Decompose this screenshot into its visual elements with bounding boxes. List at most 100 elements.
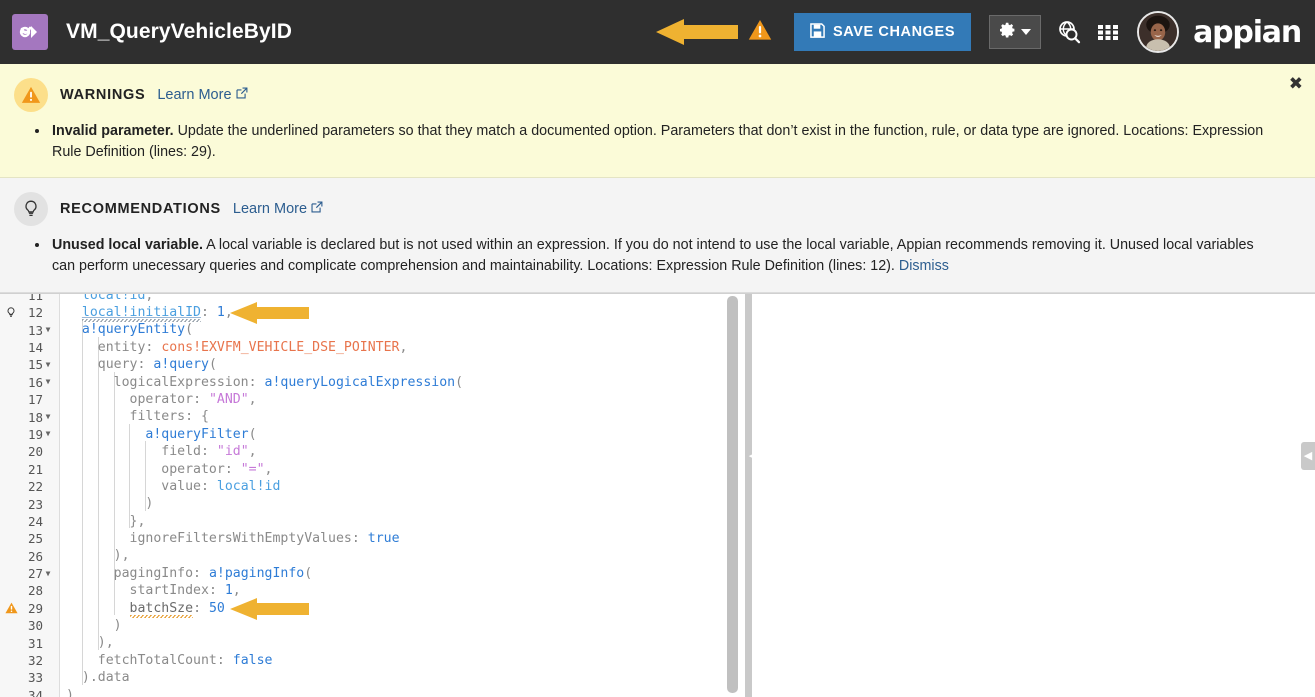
gutter-line-33[interactable]: 33 bbox=[0, 669, 59, 686]
gutter-line-34[interactable]: 34 bbox=[0, 687, 59, 697]
code-line-14[interactable]: entity: cons!EXVFM_VEHICLE_DSE_POINTER, bbox=[60, 339, 752, 356]
gutter-line-30[interactable]: 30 bbox=[0, 617, 59, 634]
right-pane-collapse-handle[interactable]: ◀ bbox=[1301, 441, 1315, 470]
gutter-line-20[interactable]: 20 bbox=[0, 443, 59, 460]
gutter-line-32[interactable]: 32 bbox=[0, 652, 59, 669]
gutter-line-12[interactable]: 12 bbox=[0, 304, 59, 321]
line-number: 12 bbox=[27, 305, 43, 321]
user-avatar[interactable] bbox=[1137, 11, 1180, 53]
code-line-34[interactable]: ) bbox=[60, 687, 752, 697]
code-line-11[interactable]: local!id, bbox=[60, 294, 752, 304]
warning-triangle-icon[interactable] bbox=[748, 19, 772, 46]
chevron-down-icon bbox=[1020, 29, 1031, 35]
code-line-21[interactable]: operator: "=", bbox=[60, 461, 752, 478]
code-area[interactable]: local!id, local!initialID: 1, a!queryEnt… bbox=[60, 294, 752, 697]
code-line-30[interactable]: ) bbox=[60, 617, 752, 634]
lightbulb-icon[interactable] bbox=[4, 306, 18, 320]
gutter-line-16[interactable]: 16 ▼ bbox=[0, 374, 59, 391]
line-number: 25 bbox=[27, 531, 43, 547]
code-line-23[interactable]: ) bbox=[60, 495, 752, 512]
code-line-29[interactable]: batchSze: 50 bbox=[60, 600, 752, 618]
line-number: 26 bbox=[27, 548, 43, 564]
process-model-icon bbox=[12, 14, 48, 50]
gutter-line-19[interactable]: 19 ▼ bbox=[0, 426, 59, 443]
gutter-line-17[interactable]: 17 bbox=[0, 391, 59, 408]
gutter-line-18[interactable]: 18 ▼ bbox=[0, 408, 59, 425]
fold-toggle-icon[interactable]: ▼ bbox=[43, 326, 53, 334]
code-line-25[interactable]: ignoreFiltersWithEmptyValues: true bbox=[60, 530, 752, 547]
fold-toggle-icon[interactable]: ▼ bbox=[43, 360, 53, 369]
app-grid-icon[interactable] bbox=[1097, 21, 1119, 43]
editor-gutter[interactable]: 11 12 13 ▼ 14 15 ▼ 16 ▼ 17 18 ▼ 19 ▼ 20 21 22 23 24 25 26 27 ▼… bbox=[0, 293, 60, 697]
fold-toggle-icon[interactable]: ▼ bbox=[43, 430, 53, 438]
code-line-18[interactable]: filters: { bbox=[60, 408, 752, 425]
gutter-line-28[interactable]: 28 bbox=[0, 582, 59, 599]
close-icon[interactable]: ✖ bbox=[1289, 76, 1303, 93]
code-line-15[interactable]: query: a!query( bbox=[60, 356, 752, 373]
line-number: 28 bbox=[27, 583, 43, 599]
recommendations-learn-more-label: Learn More bbox=[232, 201, 308, 218]
code-line-16[interactable]: logicalExpression: a!queryLogicalExpress… bbox=[60, 374, 752, 391]
code-line-12[interactable]: local!initialID: 1, bbox=[60, 304, 752, 323]
warning-triangle-icon[interactable] bbox=[4, 601, 18, 615]
warnings-learn-more-link[interactable]: Learn More bbox=[157, 87, 247, 103]
save-changes-button[interactable]: SAVE CHANGES bbox=[793, 13, 972, 51]
external-link-icon bbox=[235, 87, 248, 103]
warnings-banner-header: WARNINGS Learn More bbox=[14, 78, 1275, 112]
gutter-line-15[interactable]: 15 ▼ bbox=[0, 356, 59, 373]
line-number: 27 bbox=[27, 566, 43, 582]
gutter-line-27[interactable]: 27 ▼ bbox=[0, 565, 59, 582]
warnings-label: WARNINGS bbox=[60, 87, 146, 103]
editor-vertical-scrollbar[interactable] bbox=[727, 295, 738, 693]
right-pane bbox=[752, 293, 1315, 697]
external-link-icon bbox=[311, 201, 323, 217]
recommendations-learn-more-link[interactable]: Learn More bbox=[233, 201, 323, 217]
code-line-26[interactable]: ), bbox=[60, 547, 752, 564]
gutter-line-21[interactable]: 21 bbox=[0, 461, 59, 478]
line-number: 13 bbox=[27, 322, 43, 338]
line-number: 15 bbox=[27, 357, 43, 373]
gutter-line-24[interactable]: 24 bbox=[0, 513, 59, 530]
fold-toggle-icon[interactable]: ▼ bbox=[43, 378, 53, 386]
appian-logo: appian bbox=[1193, 14, 1302, 50]
fold-toggle-icon[interactable]: ▼ bbox=[43, 413, 53, 421]
gutter-line-29[interactable]: 29 bbox=[0, 600, 59, 617]
code-line-19[interactable]: a!queryFilter( bbox=[60, 426, 752, 443]
gutter-line-23[interactable]: 23 bbox=[0, 495, 59, 512]
gutter-line-22[interactable]: 22 bbox=[0, 478, 59, 495]
code-line-28[interactable]: startIndex: 1, bbox=[60, 582, 752, 599]
line-number: 18 bbox=[27, 409, 43, 425]
code-line-24[interactable]: }, bbox=[60, 513, 752, 530]
code-line-13[interactable]: a!queryEntity( bbox=[60, 321, 752, 338]
dismiss-link[interactable]: Dismiss bbox=[899, 258, 949, 274]
code-line-32[interactable]: fetchTotalCount: false bbox=[60, 652, 752, 669]
settings-menu-button[interactable] bbox=[989, 15, 1042, 49]
code-line-22[interactable]: value: local!id bbox=[60, 478, 752, 495]
code-line-33[interactable]: ).data bbox=[60, 669, 752, 686]
globe-search-icon[interactable] bbox=[1057, 20, 1081, 44]
list-item: Invalid parameter. Update the underlined… bbox=[50, 121, 1275, 163]
arrow-pointing-to-warning-icon bbox=[655, 19, 738, 45]
gutter-line-31[interactable]: 31 bbox=[0, 634, 59, 651]
line-number: 33 bbox=[27, 670, 43, 686]
floppy-disk-icon bbox=[810, 22, 825, 42]
warnings-list: Invalid parameter. Update the underlined… bbox=[14, 121, 1275, 163]
line-number: 11 bbox=[27, 293, 43, 303]
gutter-line-14[interactable]: 14 bbox=[0, 339, 59, 356]
code-line-27[interactable]: pagingInfo: a!pagingInfo( bbox=[60, 565, 752, 582]
save-changes-label: SAVE CHANGES bbox=[832, 24, 956, 40]
fold-toggle-icon[interactable]: ▼ bbox=[43, 569, 53, 578]
line-number: 31 bbox=[27, 635, 43, 651]
gutter-line-13[interactable]: 13 ▼ bbox=[0, 321, 59, 338]
code-line-17[interactable]: operator: "AND", bbox=[60, 391, 752, 408]
gutter-line-26[interactable]: 26 bbox=[0, 547, 59, 564]
line-number: 16 bbox=[27, 374, 43, 390]
gutter-line-11[interactable]: 11 bbox=[0, 294, 59, 304]
code-line-31[interactable]: ), bbox=[60, 634, 752, 651]
pane-divider[interactable] bbox=[745, 293, 752, 697]
expression-editor: 11 12 13 ▼ 14 15 ▼ 16 ▼ 17 18 ▼ 19 ▼ 20 21 22 23 24 25 26 27 ▼… bbox=[0, 292, 1315, 697]
recommendation-item-title: Unused local variable. bbox=[52, 237, 203, 254]
code-line-20[interactable]: field: "id", bbox=[60, 443, 752, 460]
gutter-line-25[interactable]: 25 bbox=[0, 530, 59, 547]
warning-item-text: Update the underlined parameters so that… bbox=[52, 123, 1264, 161]
